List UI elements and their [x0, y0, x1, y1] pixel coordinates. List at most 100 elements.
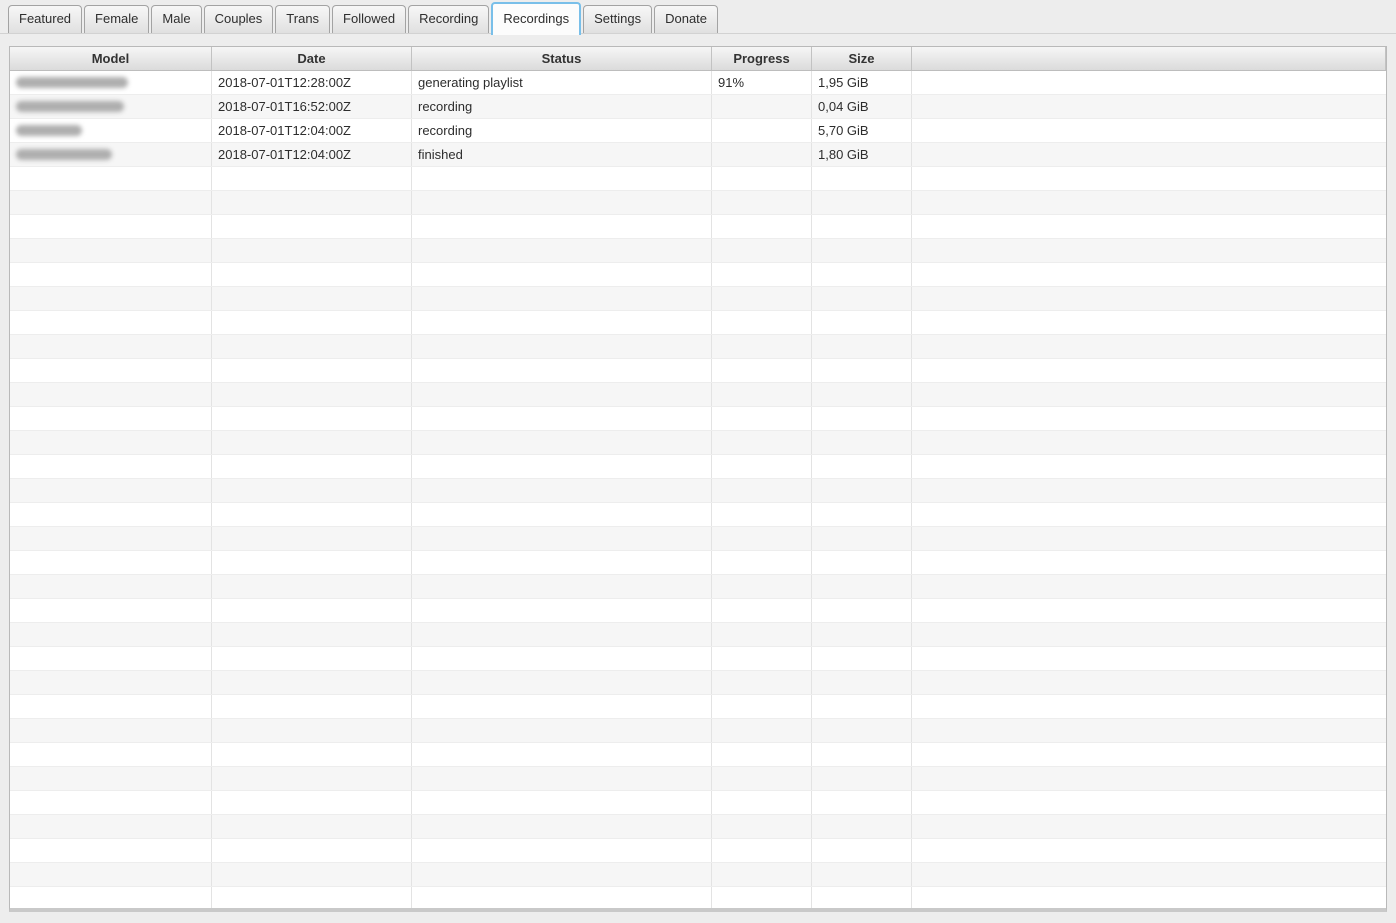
cell-empty — [212, 335, 412, 358]
cell-empty — [412, 383, 712, 406]
cell-empty — [212, 551, 412, 574]
cell-empty — [212, 239, 412, 262]
column-header-progress[interactable]: Progress — [712, 47, 812, 70]
cell-empty — [912, 791, 1386, 814]
cell-empty — [712, 527, 812, 550]
table-row-empty — [10, 335, 1386, 359]
column-header-date[interactable]: Date — [212, 47, 412, 70]
cell-empty — [912, 767, 1386, 790]
cell-empty — [812, 767, 912, 790]
cell-empty — [412, 455, 712, 478]
cell-empty — [412, 407, 712, 430]
column-header-size[interactable]: Size — [812, 47, 912, 70]
table-row-empty — [10, 623, 1386, 647]
cell-empty — [712, 359, 812, 382]
tab-featured[interactable]: Featured — [8, 5, 83, 33]
cell-status: finished — [412, 143, 712, 166]
tab-followed[interactable]: Followed — [332, 5, 407, 33]
table-row-empty — [10, 671, 1386, 695]
cell-empty — [912, 575, 1386, 598]
table-row[interactable]: 2018-07-01T12:28:00Z generating playlist 9… — [10, 71, 1386, 95]
cell-empty — [10, 839, 212, 862]
tab-trans[interactable]: Trans — [275, 5, 331, 33]
cell-empty — [412, 815, 712, 838]
cell-empty — [812, 503, 912, 526]
table-row[interactable]: 2018-07-01T12:04:00Z finished 1,80 GiB — [10, 143, 1386, 167]
cell-empty — [912, 215, 1386, 238]
cell-empty — [212, 719, 412, 742]
cell-empty — [912, 815, 1386, 838]
tab-recording[interactable]: Recording — [408, 5, 490, 33]
cell-empty — [412, 215, 712, 238]
cell-empty — [212, 575, 412, 598]
table-row-empty — [10, 791, 1386, 815]
cell-empty — [10, 359, 212, 382]
tab-couples[interactable]: Couples — [203, 5, 274, 33]
cell-empty — [212, 815, 412, 838]
tab-male[interactable]: Male — [151, 5, 202, 33]
table-row[interactable]: 2018-07-01T12:04:00Z recording 5,70 GiB — [10, 119, 1386, 143]
cell-empty — [212, 623, 412, 646]
cell-empty — [912, 335, 1386, 358]
cell-model — [10, 119, 212, 142]
cell-empty — [812, 311, 912, 334]
table-row-empty — [10, 455, 1386, 479]
cell-empty — [10, 791, 212, 814]
cell-size: 5,70 GiB — [812, 119, 912, 142]
tab-female[interactable]: Female — [84, 5, 150, 33]
cell-empty — [412, 863, 712, 886]
cell-empty — [912, 647, 1386, 670]
table-row-empty — [10, 191, 1386, 215]
cell-empty — [212, 527, 412, 550]
column-header-status[interactable]: Status — [412, 47, 712, 70]
table-row-empty — [10, 719, 1386, 743]
cell-empty — [712, 863, 812, 886]
cell-date: 2018-07-01T12:04:00Z — [212, 143, 412, 166]
cell-empty — [712, 407, 812, 430]
cell-empty — [412, 647, 712, 670]
cell-empty — [712, 455, 812, 478]
cell-empty — [912, 383, 1386, 406]
cell-empty — [912, 287, 1386, 310]
cell-empty — [712, 167, 812, 190]
tab-donate[interactable]: Donate — [654, 5, 719, 33]
cell-empty — [912, 479, 1386, 502]
cell-empty — [10, 503, 212, 526]
table-row-empty — [10, 287, 1386, 311]
cell-empty — [712, 479, 812, 502]
cell-empty — [712, 767, 812, 790]
cell-empty — [712, 815, 812, 838]
cell-empty — [812, 167, 912, 190]
cell-empty — [812, 479, 912, 502]
cell-empty — [812, 191, 912, 214]
tab-settings[interactable]: Settings — [583, 5, 653, 33]
cell-empty — [412, 335, 712, 358]
model-name-redacted — [16, 125, 82, 136]
cell-empty — [812, 263, 912, 286]
cell-empty — [712, 791, 812, 814]
table-row-empty — [10, 551, 1386, 575]
cell-empty — [10, 455, 212, 478]
table-row-empty — [10, 863, 1386, 887]
cell-empty — [712, 239, 812, 262]
table-row[interactable]: 2018-07-01T16:52:00Z recording 0,04 GiB — [10, 95, 1386, 119]
cell-empty — [212, 863, 412, 886]
cell-empty — [412, 695, 712, 718]
cell-empty — [10, 287, 212, 310]
table-row-empty — [10, 767, 1386, 791]
tab-recordings[interactable]: Recordings — [491, 2, 582, 35]
cell-empty — [712, 551, 812, 574]
cell-empty — [812, 575, 912, 598]
cell-empty — [10, 527, 212, 550]
cell-empty — [10, 383, 212, 406]
cell-empty — [412, 167, 712, 190]
cell-empty — [212, 407, 412, 430]
cell-empty — [912, 743, 1386, 766]
cell-empty — [412, 431, 712, 454]
cell-empty — [10, 743, 212, 766]
cell-empty — [412, 239, 712, 262]
cell-empty — [10, 431, 212, 454]
cell-empty — [712, 695, 812, 718]
column-header-model[interactable]: Model — [10, 47, 212, 70]
cell-empty — [212, 311, 412, 334]
